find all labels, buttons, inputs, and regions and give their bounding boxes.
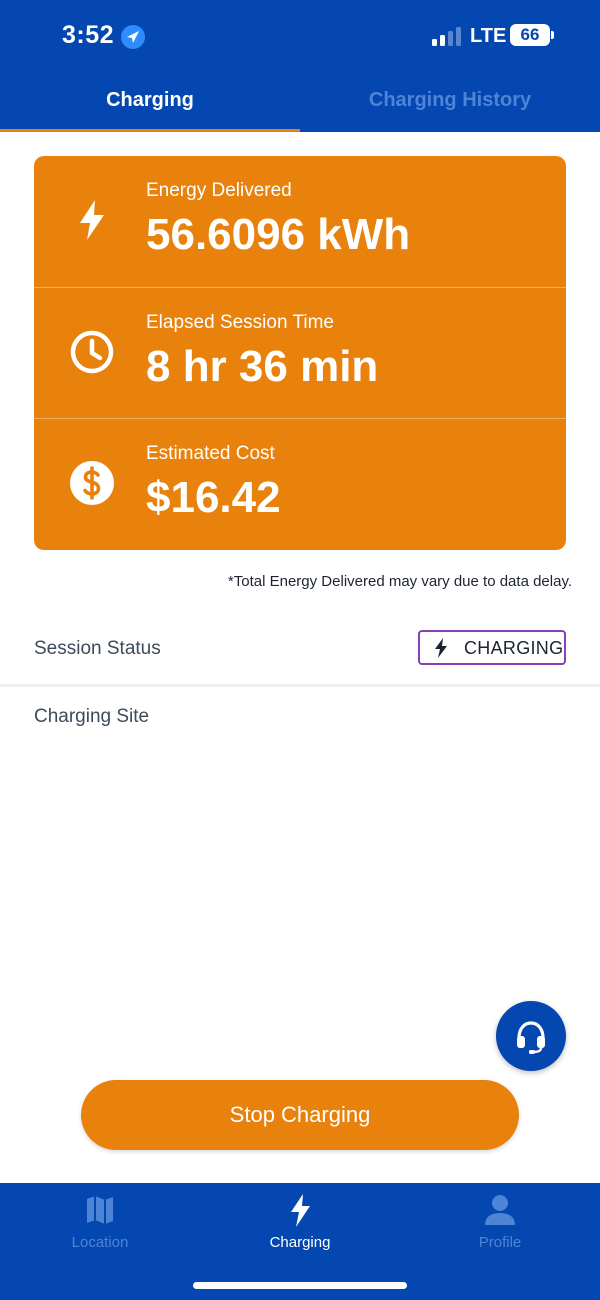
clock-icon [70,330,114,374]
battery-icon: 66 [510,24,554,48]
energy-disclaimer: *Total Energy Delivered may vary due to … [227,573,572,590]
stat-label: Energy Delivered [146,180,292,201]
session-status-label: Session Status [34,638,161,659]
stat-label: Elapsed Session Time [146,312,334,333]
stat-label: Estimated Cost [146,443,275,464]
session-stats-card: Energy Delivered 56.6096 kWh Elapsed Ses… [34,156,566,550]
location-arrow-icon [121,25,145,49]
status-time: 3:52 [62,21,115,49]
stat-value: 8 hr 36 min [146,342,379,391]
nav-item-profile[interactable]: Profile [400,1183,600,1263]
nav-item-location[interactable]: Location [0,1183,200,1263]
stat-estimated-cost: Estimated Cost $16.42 [34,418,566,549]
headset-icon [517,1021,545,1054]
map-icon [87,1196,113,1224]
active-tab-indicator [0,129,300,132]
stat-value: 56.6096 kWh [146,210,411,259]
section-divider [0,684,600,687]
status-badge-text: CHARGING [464,638,564,658]
nav-label: Location [71,1234,129,1251]
tab-charging[interactable]: Charging [0,70,300,132]
stat-value: $16.42 [146,473,281,522]
bottom-navigation: Location Charging Profile [0,1183,600,1300]
stat-energy-delivered: Energy Delivered 56.6096 kWh [34,156,566,287]
tab-bar: Charging Charging History [0,70,600,132]
user-icon [485,1195,515,1225]
bolt-icon [80,200,104,240]
status-bar: 3:52 LTE 66 [0,0,600,70]
network-type: LTE [470,25,507,47]
stop-charging-button[interactable]: Stop Charging [81,1080,519,1150]
nav-label: Profile [478,1234,522,1251]
home-indicator [193,1282,407,1289]
session-status-row: Session Status CHARGING [0,620,600,684]
signal-strength-icon [432,27,461,46]
bolt-icon [435,638,447,658]
support-button[interactable] [496,1001,566,1071]
nav-label: Charging [269,1234,331,1251]
app-header: 3:52 LTE 66 Charging Charging History [0,0,600,132]
nav-item-charging[interactable]: Charging [200,1183,400,1263]
stop-charging-label: Stop Charging [229,1102,371,1127]
battery-level: 66 [520,25,540,44]
stat-elapsed-time: Elapsed Session Time 8 hr 36 min [34,287,566,418]
status-badge: CHARGING [418,630,566,665]
bolt-icon [291,1194,310,1227]
dollar-icon [70,461,114,505]
tab-charging-history[interactable]: Charging History [300,70,600,132]
charging-site-label: Charging Site [34,706,150,727]
